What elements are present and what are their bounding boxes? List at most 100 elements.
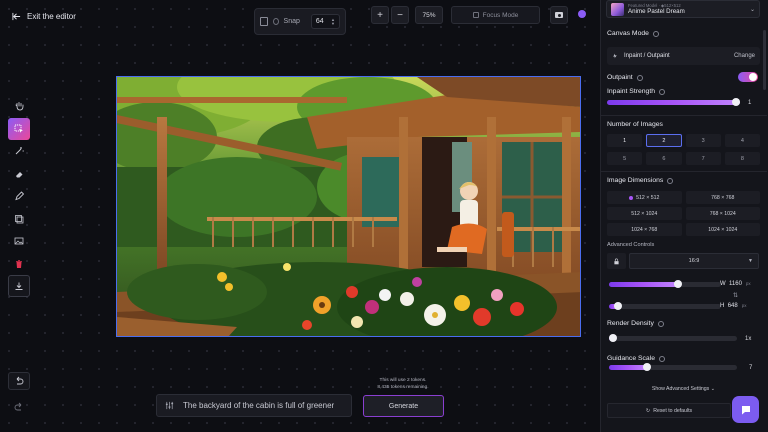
zoom-out-button[interactable]: −: [391, 6, 409, 24]
grid-icon[interactable]: [260, 17, 268, 26]
snap-toggle[interactable]: [272, 18, 279, 25]
token-remaining: 8,435 tokens remaining.: [377, 384, 429, 390]
dimension-label: 768 × 1024: [709, 210, 736, 217]
download-icon: [15, 282, 23, 290]
chat-support-button[interactable]: [732, 396, 759, 423]
slider-fill: [607, 100, 740, 105]
dimension-label: 1024 × 1024: [708, 226, 738, 233]
show-advanced-label: Show Advanced Settings: [651, 386, 710, 392]
number-of-images-options: 1234 5678: [607, 134, 760, 165]
selected-dot-icon: [629, 195, 634, 200]
arrow-left-icon: [12, 12, 21, 21]
dimension-option[interactable]: 1024 × 1024: [685, 223, 760, 236]
prompt-text[interactable]: The backyard of the cabin is full of gre…: [183, 401, 334, 410]
render-density-label: Render Density: [607, 320, 654, 327]
select-tool[interactable]: [8, 117, 30, 140]
model-selector[interactable]: Featured Model · ◆512×512 Anime Pastel D…: [606, 0, 760, 18]
info-icon[interactable]: [636, 74, 643, 81]
image-count-option[interactable]: 2: [646, 134, 682, 147]
slider-thumb[interactable]: [643, 363, 652, 371]
inpaint-strength-slider[interactable]: [607, 98, 740, 106]
dimension-option[interactable]: 512 × 1024: [607, 207, 682, 220]
zoom-level[interactable]: 75%: [415, 6, 443, 24]
image-count-option[interactable]: 6: [646, 152, 682, 165]
slider-fill: [609, 282, 679, 287]
status-dot-icon[interactable]: [578, 10, 586, 18]
render-density-value: 1x: [745, 336, 752, 342]
info-icon[interactable]: [659, 355, 665, 362]
render-density-slider[interactable]: [609, 334, 737, 342]
image-count-option[interactable]: 4: [724, 134, 760, 147]
generate-button[interactable]: Generate: [363, 395, 444, 417]
panel-scrollbar[interactable]: [763, 30, 766, 90]
height-label: H: [720, 303, 725, 309]
dimension-label: 512 × 512: [636, 194, 660, 201]
link-icon[interactable]: ⇅: [733, 292, 738, 299]
dimension-option[interactable]: 1024 × 768: [607, 223, 682, 236]
canvas-mode-title: Canvas Mode: [607, 30, 659, 37]
image-dimensions-title: Image Dimensions: [607, 177, 674, 184]
slider-thumb[interactable]: [609, 334, 617, 342]
slider-thumb[interactable]: [613, 302, 622, 310]
change-mode-button[interactable]: Change: [734, 53, 755, 59]
pan-tool[interactable]: [8, 95, 30, 117]
prompt-input[interactable]: The backyard of the cabin is full of gre…: [156, 394, 352, 417]
info-icon[interactable]: [652, 30, 659, 37]
wand-icon: [15, 147, 24, 155]
model-thumbnail: [611, 2, 624, 16]
snap-label: Snap: [283, 18, 300, 25]
token-usage: This will use 2 tokens. 8,435 tokens rem…: [363, 378, 443, 391]
dimension-option[interactable]: 768 × 768: [685, 191, 760, 204]
image-tool[interactable]: [8, 230, 30, 252]
snap-value-input[interactable]: 64 ▲ ▼: [310, 14, 340, 29]
info-icon[interactable]: [659, 88, 665, 95]
number-of-images-title: Number of Images: [607, 121, 663, 128]
image-count-option[interactable]: 5: [607, 152, 643, 165]
width-field[interactable]: W 1160 px: [720, 281, 751, 287]
left-toolbar: [8, 95, 30, 298]
aspect-ratio-select[interactable]: 16:9 ▼: [629, 253, 759, 269]
delete-tool[interactable]: [8, 253, 30, 275]
dimension-label: 768 × 768: [711, 194, 735, 201]
width-slider[interactable]: [609, 280, 721, 288]
image-count-option[interactable]: 7: [685, 152, 721, 165]
undo-icon: [16, 376, 24, 385]
info-icon[interactable]: [667, 177, 674, 184]
dimension-option[interactable]: 512 × 512: [607, 191, 682, 204]
outpaint-toggle[interactable]: [738, 72, 758, 82]
download-tool[interactable]: [8, 275, 30, 297]
image-count-option[interactable]: 1: [607, 134, 643, 147]
guidance-scale-value: 7: [749, 365, 753, 371]
canvas-mode-row: Inpaint / Outpaint Change: [607, 47, 760, 65]
brush-tool[interactable]: [8, 185, 30, 207]
dimension-label: 512 × 1024: [631, 210, 658, 217]
slider-thumb[interactable]: [732, 98, 740, 106]
focus-mode-button[interactable]: Focus Mode: [451, 6, 540, 24]
height-slider[interactable]: [609, 302, 721, 310]
inpaint-icon: [613, 53, 617, 59]
guidance-scale-slider[interactable]: [609, 363, 737, 371]
reset-defaults-button[interactable]: ↻ Reset to defaults: [607, 403, 731, 418]
slider-thumb[interactable]: [674, 280, 683, 288]
exit-editor-button[interactable]: Exit the editor: [12, 12, 76, 21]
stepper-icon[interactable]: ▲ ▼: [331, 17, 335, 26]
zoom-in-button[interactable]: +: [371, 6, 389, 24]
aspect-lock-button[interactable]: [607, 253, 626, 269]
guidance-scale-title: Guidance Scale: [607, 355, 665, 362]
sliders-icon[interactable]: [165, 401, 174, 410]
screenshot-button[interactable]: [550, 6, 568, 24]
magic-wand-tool[interactable]: [8, 140, 30, 162]
layers-tool[interactable]: [8, 208, 30, 230]
divider: [601, 115, 767, 116]
height-field[interactable]: H 648 px: [720, 303, 746, 309]
canvas-image[interactable]: [116, 76, 581, 337]
image-count-option[interactable]: 8: [724, 152, 760, 165]
info-icon[interactable]: [657, 320, 664, 327]
eraser-tool[interactable]: [8, 163, 30, 185]
dimension-option[interactable]: 768 × 1024: [685, 207, 760, 220]
redo-button[interactable]: [8, 398, 30, 416]
height-value: 648: [727, 303, 738, 309]
image-count-option[interactable]: 3: [685, 134, 721, 147]
show-advanced-settings-button[interactable]: Show Advanced Settings ⌄: [607, 386, 760, 392]
undo-button[interactable]: [8, 372, 30, 390]
